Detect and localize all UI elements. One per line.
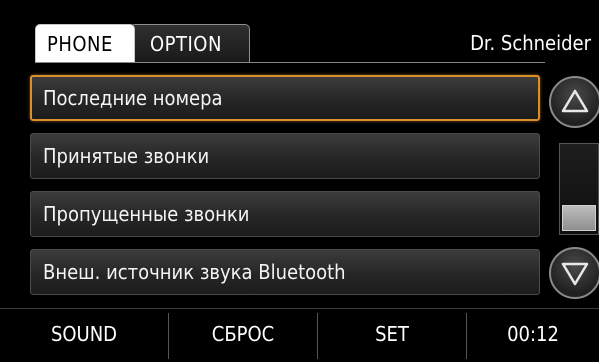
tab-phone[interactable]: PHONE bbox=[35, 24, 135, 62]
list-item-bluetooth-audio[interactable]: Внеш. источник звука Bluetooth bbox=[30, 249, 540, 295]
tab-option[interactable]: OPTION bbox=[130, 24, 250, 62]
scrollbar-thumb[interactable] bbox=[562, 205, 596, 231]
triangle-down-icon bbox=[561, 262, 589, 286]
profile-name: Dr. Schneider bbox=[470, 31, 591, 55]
set-button[interactable]: SET bbox=[318, 309, 466, 362]
scroll-down-button[interactable] bbox=[549, 247, 599, 299]
reset-button[interactable]: СБРОС bbox=[169, 309, 317, 362]
sound-button[interactable]: SOUND bbox=[0, 309, 168, 362]
list-item-received-calls[interactable]: Принятые звонки bbox=[30, 133, 540, 179]
scroll-up-button[interactable] bbox=[549, 76, 599, 128]
clock-display: 00:12 bbox=[507, 322, 559, 346]
list-item-recent-numbers[interactable]: Последние номера bbox=[30, 75, 540, 121]
phone-screen: OPTION PHONE Dr. Schneider Последние ном… bbox=[0, 0, 599, 361]
list-item-missed-calls[interactable]: Пропущенные звонки bbox=[30, 191, 540, 237]
triangle-up-icon bbox=[561, 89, 589, 113]
scrollbar-track[interactable] bbox=[559, 143, 599, 235]
bottom-bar: SOUND СБРОС SET 00:12 bbox=[0, 308, 599, 362]
